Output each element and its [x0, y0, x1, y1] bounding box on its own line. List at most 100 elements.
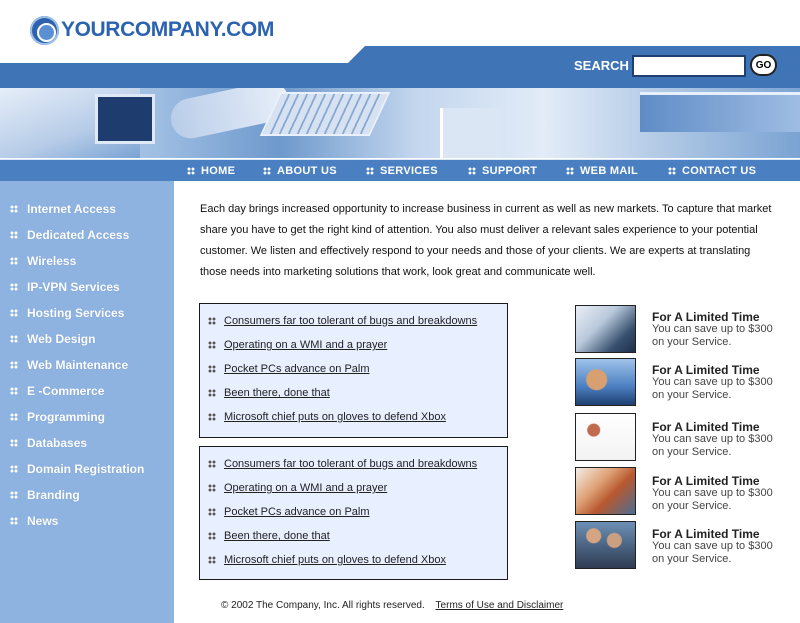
promo-thumbnail[interactable] — [575, 521, 636, 569]
list-item: Operating on a WMI and a prayer — [208, 481, 387, 495]
bullet-dots-icon — [208, 532, 216, 540]
bullet-dots-icon — [208, 317, 216, 325]
footer: © 2002 The Company, Inc. All rights rese… — [221, 600, 563, 611]
search-label: SEARCH — [574, 58, 629, 73]
list-item: Pocket PCs advance on Palm — [208, 362, 370, 376]
bullet-dots-icon — [10, 517, 18, 525]
bullet-dots-icon — [208, 556, 216, 564]
bullet-dots-icon — [566, 167, 574, 175]
promo-text: You can save up to $300 on your Service. — [652, 376, 773, 401]
bullet-dots-icon — [208, 413, 216, 421]
bullet-dots-icon — [10, 335, 18, 343]
list-item: Microsoft chief puts on gloves to defend… — [208, 410, 446, 424]
bullet-dots-icon — [10, 439, 18, 447]
news-link[interactable]: Pocket PCs advance on Palm — [224, 506, 370, 518]
sidebar-item-web-maintenance[interactable]: Web Maintenance — [10, 357, 128, 373]
brand-name: YOURCOMPANY.COM — [61, 18, 274, 41]
go-button[interactable]: GO — [750, 54, 777, 76]
bullet-dots-icon — [10, 283, 18, 291]
terms-link[interactable]: Terms of Use and Disclaimer — [436, 600, 564, 611]
news-link[interactable]: Consumers far too tolerant of bugs and b… — [224, 458, 477, 470]
promo-thumbnail[interactable] — [575, 413, 636, 461]
list-item: Been there, done that — [208, 386, 330, 400]
bullet-dots-icon — [208, 460, 216, 468]
logo-circle-icon — [30, 15, 59, 45]
monitor-graphic — [95, 94, 155, 144]
sidebar-item-dedicated-access[interactable]: Dedicated Access — [10, 227, 129, 243]
main-nav: HOME ABOUT US SERVICES SUPPORT WEB MAIL … — [0, 159, 800, 181]
nav-home[interactable]: HOME — [187, 164, 235, 178]
news-box: Consumers far too tolerant of bugs and b… — [199, 446, 508, 580]
nav-web-mail[interactable]: WEB MAIL — [566, 164, 638, 178]
news-link[interactable]: Operating on a WMI and a prayer — [224, 339, 387, 351]
sidebar-item-wireless[interactable]: Wireless — [10, 253, 76, 269]
bullet-dots-icon — [10, 309, 18, 317]
promo-title[interactable]: For A Limited Time — [652, 527, 760, 541]
promo-thumbnail[interactable] — [575, 305, 636, 353]
promo-title[interactable]: For A Limited Time — [652, 474, 760, 488]
promo-thumbnail[interactable] — [575, 467, 636, 515]
sidebar: Internet Access Dedicated Access Wireles… — [0, 181, 174, 623]
bullet-dots-icon — [10, 257, 18, 265]
promo-text: You can save up to $300 on your Service. — [652, 433, 773, 458]
bullet-dots-icon — [10, 205, 18, 213]
news-link[interactable]: Microsoft chief puts on gloves to defend… — [224, 411, 446, 423]
nav-support[interactable]: SUPPORT — [468, 164, 537, 178]
sidebar-item-databases[interactable]: Databases — [10, 435, 87, 451]
bullet-dots-icon — [366, 167, 374, 175]
screen-graphic — [640, 92, 800, 132]
list-item: Consumers far too tolerant of bugs and b… — [208, 457, 477, 471]
nav-services[interactable]: SERVICES — [366, 164, 438, 178]
bullet-dots-icon — [208, 508, 216, 516]
nav-about-us[interactable]: ABOUT US — [263, 164, 337, 178]
promo-title[interactable]: For A Limited Time — [652, 420, 760, 434]
promo-title[interactable]: For A Limited Time — [652, 310, 760, 324]
promo-text: You can save up to $300 on your Service. — [652, 323, 773, 348]
list-item: Pocket PCs advance on Palm — [208, 505, 370, 519]
list-item: Operating on a WMI and a prayer — [208, 338, 387, 352]
sidebar-item-e-commerce[interactable]: E -Commerce — [10, 383, 104, 399]
bullet-dots-icon — [10, 465, 18, 473]
bullet-dots-icon — [208, 341, 216, 349]
header-banner-image — [0, 88, 800, 158]
bullet-dots-icon — [208, 365, 216, 373]
news-link[interactable]: Pocket PCs advance on Palm — [224, 363, 370, 375]
sidebar-item-internet-access[interactable]: Internet Access — [10, 201, 116, 217]
list-item: Microsoft chief puts on gloves to defend… — [208, 553, 446, 567]
bullet-dots-icon — [10, 361, 18, 369]
list-item: Consumers far too tolerant of bugs and b… — [208, 314, 477, 328]
bullet-dots-icon — [668, 167, 676, 175]
sidebar-item-ip-vpn-services[interactable]: IP-VPN Services — [10, 279, 120, 295]
sidebar-item-domain-registration[interactable]: Domain Registration — [10, 461, 144, 477]
keyboard-graphic — [259, 92, 391, 136]
sidebar-item-branding[interactable]: Branding — [10, 487, 80, 503]
bullet-dots-icon — [187, 167, 195, 175]
desk-graphic — [440, 108, 500, 158]
nav-contact-us[interactable]: CONTACT US — [668, 164, 756, 178]
news-link[interactable]: Consumers far too tolerant of bugs and b… — [224, 315, 477, 327]
bullet-dots-icon — [10, 491, 18, 499]
company-logo[interactable]: YOURCOMPANY.COM — [30, 14, 274, 46]
news-link[interactable]: Been there, done that — [224, 530, 330, 542]
news-box: Consumers far too tolerant of bugs and b… — [199, 303, 508, 438]
news-link[interactable]: Been there, done that — [224, 387, 330, 399]
sidebar-item-hosting-services[interactable]: Hosting Services — [10, 305, 124, 321]
sidebar-item-programming[interactable]: Programming — [10, 409, 105, 425]
promo-title[interactable]: For A Limited Time — [652, 363, 760, 377]
sidebar-item-news[interactable]: News — [10, 513, 58, 529]
bullet-dots-icon — [208, 484, 216, 492]
bullet-dots-icon — [263, 167, 271, 175]
bullet-dots-icon — [10, 231, 18, 239]
list-item: Been there, done that — [208, 529, 330, 543]
copyright-text: © 2002 The Company, Inc. All rights rese… — [221, 600, 425, 611]
promo-text: You can save up to $300 on your Service. — [652, 540, 773, 565]
bullet-dots-icon — [468, 167, 476, 175]
bullet-dots-icon — [10, 413, 18, 421]
search-input[interactable] — [632, 55, 746, 77]
promo-text: You can save up to $300 on your Service. — [652, 487, 773, 512]
sidebar-item-web-design[interactable]: Web Design — [10, 331, 95, 347]
promo-thumbnail[interactable] — [575, 358, 636, 406]
bullet-dots-icon — [208, 389, 216, 397]
news-link[interactable]: Operating on a WMI and a prayer — [224, 482, 387, 494]
news-link[interactable]: Microsoft chief puts on gloves to defend… — [224, 554, 446, 566]
